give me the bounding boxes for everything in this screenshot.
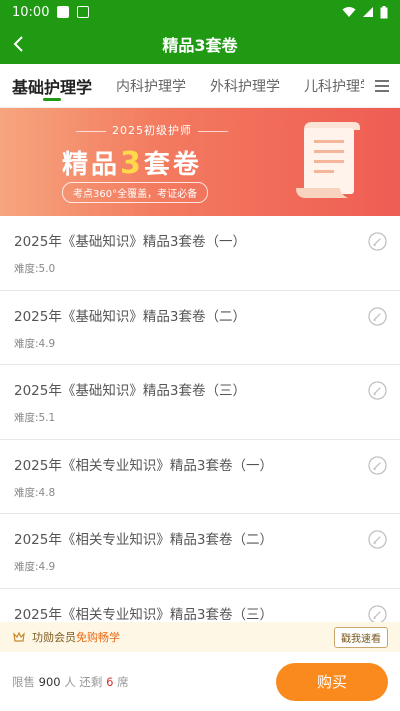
tab-pediatrics[interactable]: 儿科护理学	[292, 64, 364, 107]
banner-title: 精品3套卷	[62, 146, 202, 181]
chevron-left-icon	[13, 36, 23, 52]
tabs-menu-button[interactable]	[364, 64, 400, 107]
edit-icon[interactable]	[368, 306, 387, 326]
buy-button[interactable]: 购买	[276, 662, 388, 701]
promo-text: 功勋会员	[32, 631, 76, 644]
edit-icon[interactable]	[368, 455, 387, 475]
membership-promo: 功勋会员 免购畅学 戳我速看	[0, 622, 400, 652]
signal-icon	[363, 7, 373, 17]
crown-icon	[13, 631, 25, 642]
purchase-bar: 限售 900 人 还剩 6 席 购买	[0, 652, 400, 711]
back-button[interactable]	[0, 24, 36, 64]
page-title: 精品3套卷	[162, 36, 238, 55]
edit-icon[interactable]	[368, 530, 387, 549]
list-item[interactable]: 2025年《基础知识》精品3套卷（三） 难度:5.1	[0, 365, 400, 440]
paper-title: 2025年《相关专业知识》精品3套卷（三）	[14, 606, 273, 623]
paper-list: 2025年《基础知识》精品3套卷（一） 难度:5.0 2025年《基础知识》精品…	[0, 216, 400, 663]
category-tabs: 基础护理学 内科护理学 外科护理学 儿科护理学 妇	[0, 64, 400, 108]
edit-icon[interactable]	[368, 604, 387, 624]
promo-banner[interactable]: 2025初级护师 精品3套卷 考点360°全覆盖，考证必备	[0, 108, 400, 216]
paper-title: 2025年《相关专业知识》精品3套卷（二）	[14, 532, 273, 548]
status-time: 10:00	[12, 4, 50, 20]
wifi-icon	[342, 7, 356, 17]
paper-title: 2025年《基础知识》精品3套卷（一）	[14, 234, 246, 250]
banner-tagline: 考点360°全覆盖，考证必备	[62, 182, 209, 203]
paper-difficulty: 难度:4.9	[14, 337, 56, 350]
paper-title: 2025年《基础知识》精品3套卷（三）	[14, 383, 246, 399]
tab-basic-nursing[interactable]: 基础护理学	[0, 64, 104, 107]
app-notification-icon	[77, 6, 90, 18]
list-item[interactable]: 2025年《相关专业知识》精品3套卷（二） 难度:4.9	[0, 514, 400, 589]
edit-icon[interactable]	[368, 381, 387, 400]
battery-icon	[380, 5, 388, 18]
list-item[interactable]: 2025年《相关专业知识》精品3套卷（一） 难度:4.8	[0, 440, 400, 514]
tab-surgery[interactable]: 外科护理学	[198, 64, 292, 107]
sale-limit-text: 限售 900 人 还剩 6 席	[12, 674, 129, 689]
paper-title: 2025年《基础知识》精品3套卷（二）	[14, 308, 246, 325]
paper-difficulty: 难度:4.8	[14, 486, 56, 499]
paper-title: 2025年《相关专业知识》精品3套卷（一）	[14, 457, 273, 474]
list-item[interactable]: 2025年《基础知识》精品3套卷（二） 难度:4.9	[0, 291, 400, 365]
app-header: 精品3套卷	[0, 24, 400, 64]
scroll-paper-icon	[296, 122, 360, 198]
promo-highlight: 免购畅学	[76, 631, 120, 644]
banner-subtitle: 2025初级护师	[70, 122, 234, 138]
paper-difficulty: 难度:5.1	[14, 412, 56, 424]
list-item[interactable]: 2025年《基础知识》精品3套卷（一） 难度:5.0	[0, 216, 400, 291]
paper-difficulty: 难度:5.0	[14, 263, 56, 275]
paper-difficulty: 难度:4.9	[14, 561, 56, 573]
notification-icon	[57, 6, 70, 18]
status-bar: 10:00	[0, 0, 400, 24]
edit-icon[interactable]	[368, 232, 387, 251]
menu-icon	[375, 79, 389, 92]
tab-internal-medicine[interactable]: 内科护理学	[104, 64, 198, 107]
promo-view-button[interactable]: 戳我速看	[334, 626, 388, 648]
